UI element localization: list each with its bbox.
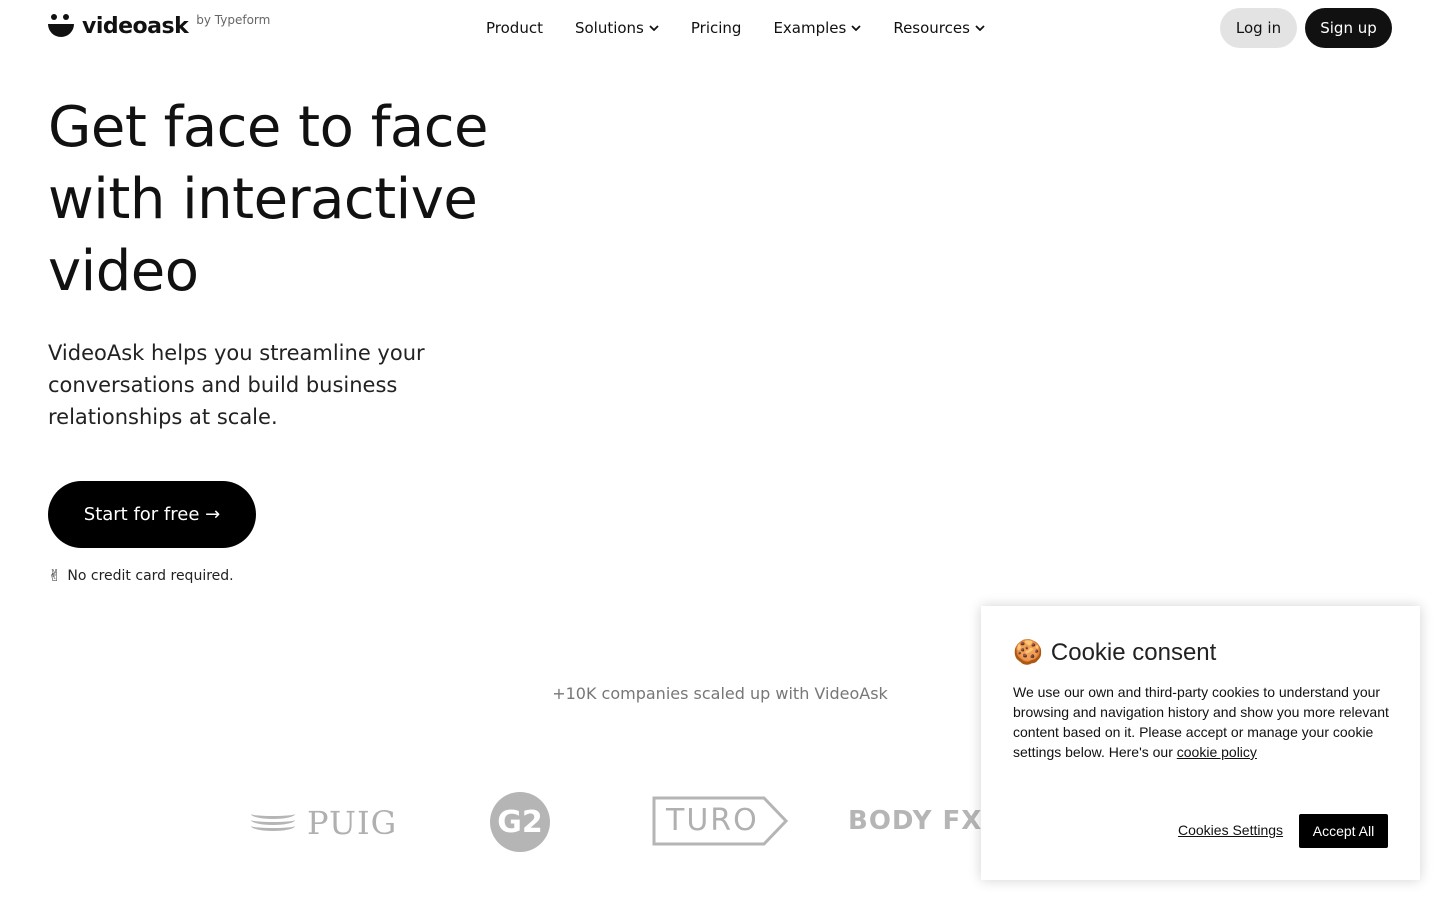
- cookie-title: 🍪 Cookie consent: [1013, 638, 1216, 667]
- signup-button[interactable]: Sign up: [1305, 8, 1392, 48]
- cookie-title-text: Cookie consent: [1050, 638, 1217, 666]
- smiley-logo-icon: [48, 14, 74, 40]
- nav-item-label: Solutions: [574, 19, 644, 37]
- cookie-body: We use our own and third-party cookies t…: [1013, 682, 1393, 762]
- chevron-down-icon: [851, 25, 861, 31]
- puig-waves-icon: [251, 809, 295, 837]
- logo-by-typeform: by Typeform: [196, 13, 271, 27]
- nav-item-solutions[interactable]: Solutions: [575, 19, 659, 37]
- turo-logo: TURO: [652, 796, 788, 846]
- accept-all-button[interactable]: Accept All: [1299, 814, 1388, 848]
- nav-item-label: Pricing: [690, 19, 742, 37]
- no-credit-card-text: No credit card required.: [67, 567, 234, 584]
- puig-logo: PUIG: [251, 804, 397, 842]
- nav-item-label: Examples: [773, 19, 847, 37]
- login-button[interactable]: Log in: [1220, 8, 1297, 48]
- hero-subtitle: VideoAsk helps you streamline your conve…: [48, 341, 425, 429]
- nav-item-label: Product: [486, 19, 543, 37]
- nav-item-resources[interactable]: Resources: [893, 19, 985, 37]
- cookie-icon: 🍪: [1013, 639, 1043, 666]
- top-nav: videoask by Typeform Product Solutions P…: [0, 0, 1440, 56]
- g2-logo-text: G2: [497, 804, 543, 840]
- cookie-consent-dialog: 🍪 Cookie consent We use our own and thir…: [981, 606, 1420, 880]
- nav-item-label: Resources: [893, 19, 970, 37]
- cookie-policy-link[interactable]: cookie policy: [1177, 744, 1257, 760]
- cookies-settings-button[interactable]: Cookies Settings: [1178, 822, 1283, 838]
- no-credit-card-note: ✌ No credit card required.: [48, 566, 234, 585]
- bodyfx-logo: BODY FX: [848, 806, 984, 836]
- turo-logo-text: TURO: [666, 803, 759, 838]
- nav-item-product[interactable]: Product: [486, 19, 543, 37]
- puig-logo-text: PUIG: [307, 804, 398, 842]
- nav-item-pricing[interactable]: Pricing: [691, 19, 742, 37]
- g2-logo: G2: [490, 792, 550, 852]
- start-for-free-button[interactable]: Start for free →: [48, 481, 256, 548]
- logo-text: videoask: [82, 14, 189, 39]
- chevron-down-icon: [649, 25, 659, 31]
- nav-item-examples[interactable]: Examples: [773, 19, 861, 37]
- main-menu: Product Solutions Pricing Examples Resou…: [486, 16, 1017, 40]
- videoask-logo[interactable]: videoask by Typeform: [48, 12, 270, 40]
- victory-hand-icon: ✌: [48, 566, 62, 585]
- bodyfx-logo-text: BODY FX: [848, 806, 983, 836]
- hero-title: Get face to face with interactive video: [48, 95, 488, 304]
- chevron-down-icon: [975, 25, 985, 31]
